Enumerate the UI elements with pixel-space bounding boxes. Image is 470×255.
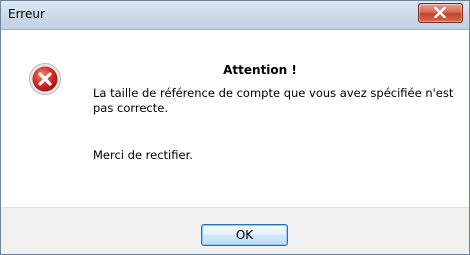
ok-button-label: OK [235, 228, 254, 242]
error-dialog-window: Erreur Attention ! La taille de référenc… [0, 0, 470, 255]
message-line-2: pas correcte. [93, 101, 168, 115]
title-bar[interactable]: Erreur [1, 1, 469, 30]
dialog-message: La taille de référence de compte que vou… [93, 86, 463, 116]
dialog-content: Attention ! La taille de référence de co… [1, 30, 469, 207]
close-icon [434, 7, 446, 18]
close-button[interactable] [418, 3, 463, 23]
dialog-heading: Attention ! [223, 63, 297, 77]
ok-button[interactable]: OK [201, 224, 288, 246]
message-line-1: La taille de référence de compte que vou… [93, 86, 454, 100]
dialog-footer: OK [1, 207, 469, 254]
window-title: Erreur [8, 7, 45, 21]
dialog-secondary-message: Merci de rectifier. [93, 148, 193, 162]
